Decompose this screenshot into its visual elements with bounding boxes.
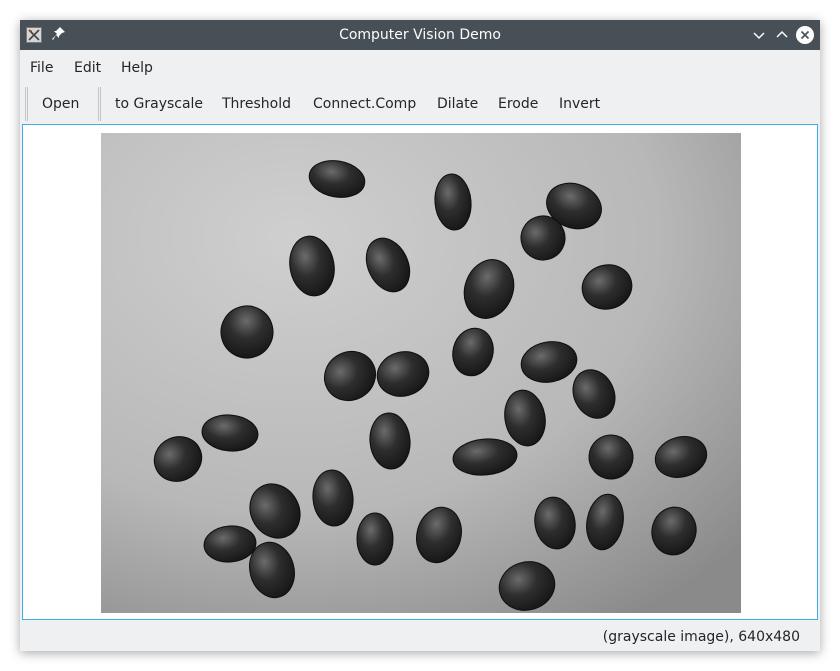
toolbar-handle[interactable] xyxy=(25,87,28,121)
erode-button[interactable]: Erode xyxy=(498,96,538,112)
toolbar: Open to Grayscale Threshold Connect.Comp… xyxy=(20,84,820,124)
to-grayscale-button[interactable]: to Grayscale xyxy=(115,96,203,112)
toolbar-handle[interactable] xyxy=(98,87,101,121)
status-text: (grayscale image), 640x480 xyxy=(602,629,800,645)
menu-bar: File Edit Help xyxy=(20,50,820,82)
menu-help[interactable]: Help xyxy=(121,60,153,76)
open-button[interactable]: Open xyxy=(42,96,79,112)
grayscale-image xyxy=(101,133,741,613)
app-window: Computer Vision Demo File Edit Help Open… xyxy=(20,20,820,651)
window-title: Computer Vision Demo xyxy=(339,27,501,43)
invert-button[interactable]: Invert xyxy=(559,96,600,112)
close-icon[interactable] xyxy=(796,26,814,44)
title-bar[interactable]: Computer Vision Demo xyxy=(20,20,820,50)
dilate-button[interactable]: Dilate xyxy=(437,96,478,112)
connected-components-button[interactable]: Connect.Comp xyxy=(313,96,416,112)
minimize-icon[interactable] xyxy=(751,27,767,43)
menu-file[interactable]: File xyxy=(30,60,53,76)
threshold-button[interactable]: Threshold xyxy=(222,96,291,112)
menu-edit[interactable]: Edit xyxy=(74,60,101,76)
status-bar: (grayscale image), 640x480 xyxy=(20,620,820,651)
bean xyxy=(356,512,394,566)
maximize-icon[interactable] xyxy=(774,27,790,43)
image-view[interactable] xyxy=(22,124,818,620)
